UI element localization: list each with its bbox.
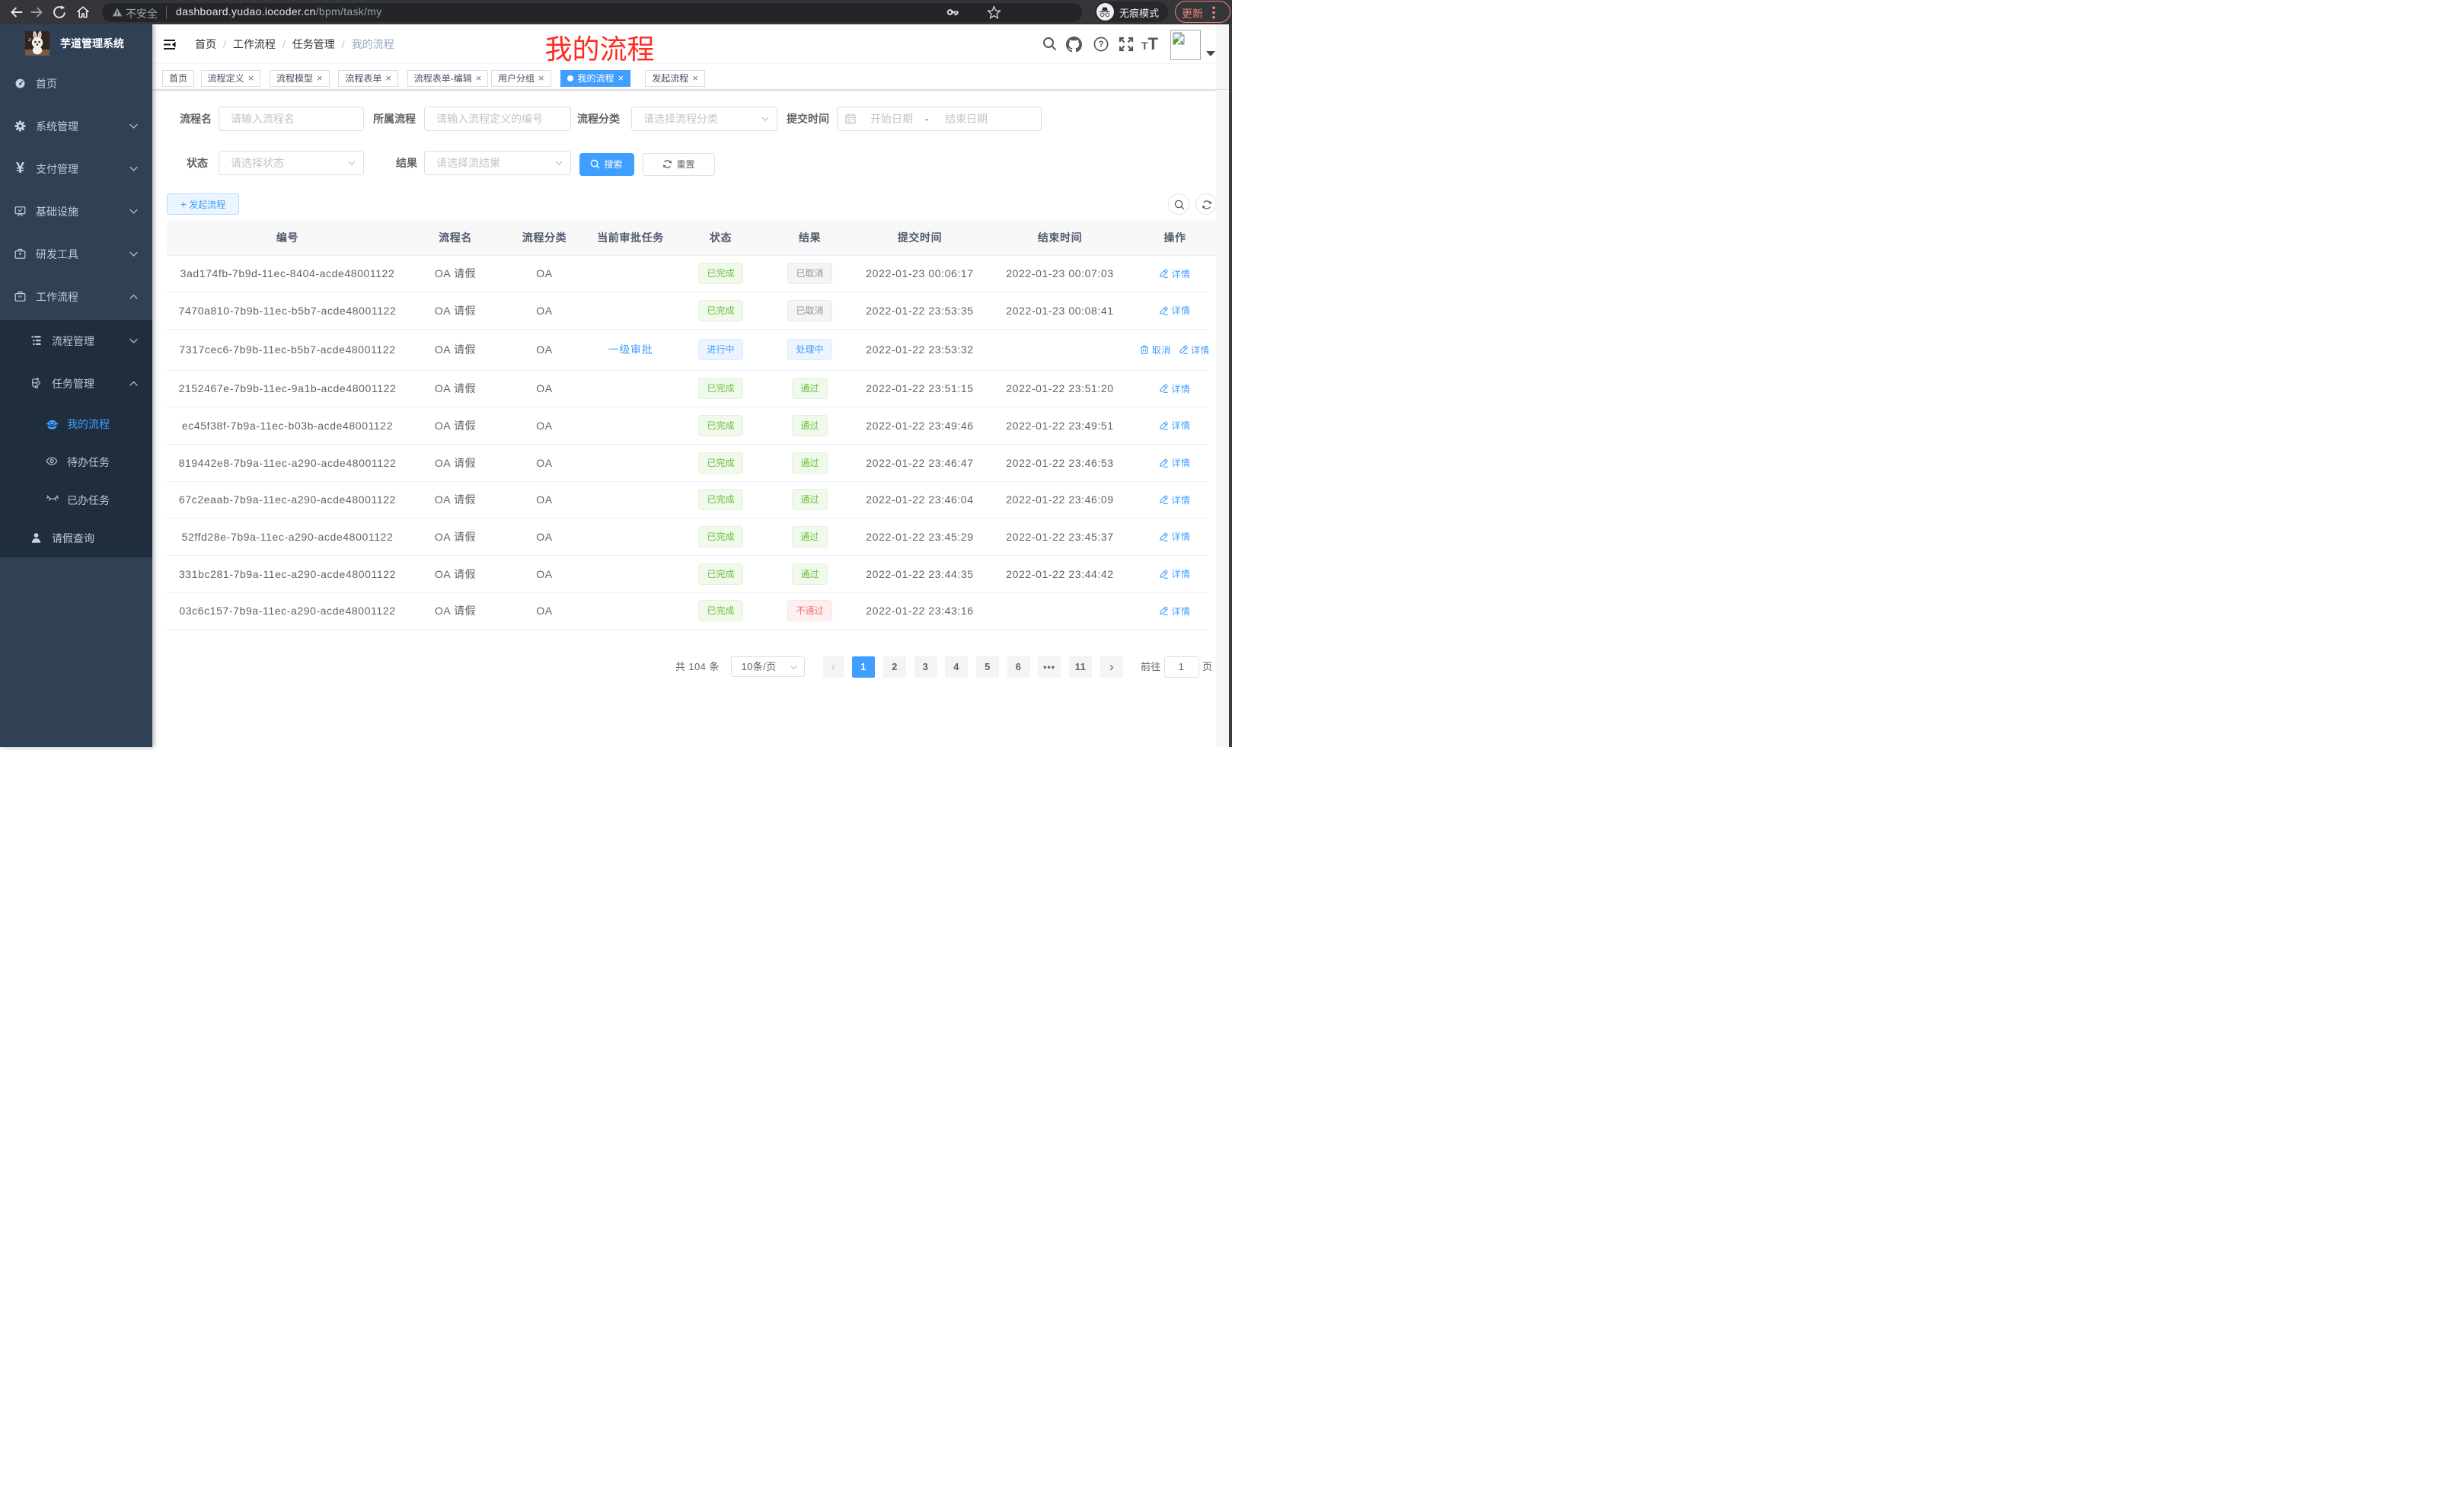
- svg-text:?: ?: [1098, 40, 1103, 49]
